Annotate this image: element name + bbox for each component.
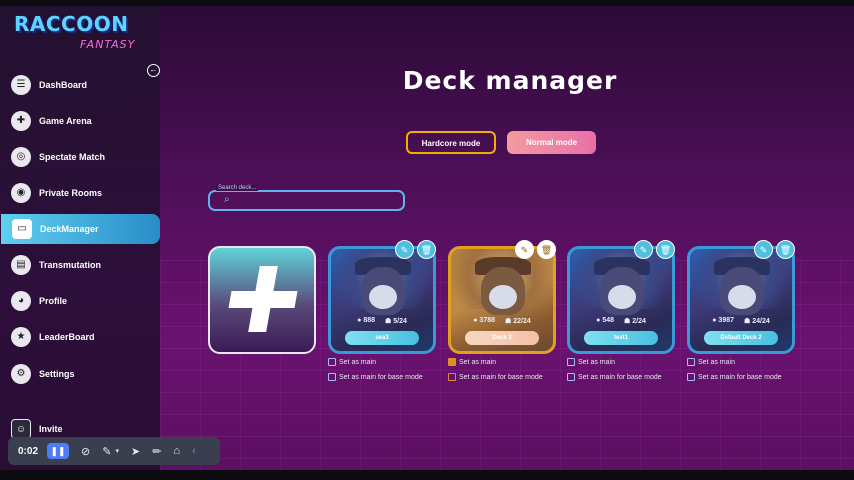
search-icon: ⌕: [224, 194, 230, 205]
invite-icon: ☺: [11, 419, 31, 439]
coin-count: ● 3788: [473, 317, 495, 324]
sidebar-item-label: Spectate Match: [39, 152, 106, 162]
sidebar-item-leaderboard[interactable]: ★ LeaderBoard: [0, 322, 160, 352]
edit-deck-button[interactable]: ✎: [515, 240, 534, 259]
delete-deck-button[interactable]: 🗑: [417, 240, 436, 259]
deck-icon: ▭: [12, 219, 32, 239]
set-base-main-checkbox[interactable]: Set as main for base mode: [448, 373, 543, 381]
sidebar-item-label: Transmutation: [39, 260, 102, 270]
bottom-bar: [0, 470, 854, 480]
sidebar-item-label: DeckManager: [40, 224, 99, 234]
delete-deck-button[interactable]: 🗑: [776, 240, 795, 259]
list-icon: ☰: [11, 75, 31, 95]
deck-name: Deck 3: [465, 331, 539, 345]
logo-title: RACCOON: [14, 12, 129, 36]
sidebar-item-deckmanager[interactable]: ▭ DeckManager: [1, 214, 160, 244]
pause-button[interactable]: ❚❚: [47, 443, 70, 459]
card-count: ☗ 5/24: [385, 318, 407, 325]
set-main-checkbox[interactable]: Set as main: [448, 358, 496, 366]
star-icon: ★: [11, 327, 31, 347]
normal-mode-button[interactable]: Normal mode: [507, 131, 596, 154]
page-title: Deck manager: [402, 66, 618, 95]
app-logo[interactable]: RACCOON FANTASY: [14, 12, 146, 56]
sidebar-item-label: DashBoard: [39, 80, 88, 90]
pen-icon[interactable]: ✏: [152, 445, 161, 458]
raccoon-icon: ◕: [11, 291, 31, 311]
raccoon-art: [728, 285, 756, 309]
deck-card[interactable]: ● 888 ☗ 5/24 sea3: [328, 246, 436, 354]
set-main-checkbox[interactable]: Set as main: [567, 358, 615, 366]
logo-subtitle: FANTASY: [80, 38, 136, 51]
screen-recorder-toolbar: 0:02 ❚❚ ⊘ ✎ ▾ ➤ ✏ ⌂ ‹: [8, 437, 220, 465]
set-base-main-checkbox[interactable]: Set as main for base mode: [328, 373, 423, 381]
deck-name: sea3: [345, 331, 419, 345]
sidebar-item-label: Settings: [39, 369, 75, 379]
cursor-icon[interactable]: ➤: [131, 445, 140, 458]
card-count: ☗ 2/24: [624, 318, 646, 325]
sidebar: RACCOON FANTASY ← ☰ DashBoard ✚ Game Are…: [0, 6, 160, 470]
window-icon: ▤: [11, 255, 31, 275]
sidebar-item-label: LeaderBoard: [39, 332, 95, 342]
deck-item: ● 548 ☗ 2/24 test1 ✎ 🗑: [567, 240, 675, 356]
deck-card[interactable]: ● 3987 ☗ 24/24 Default Deck 2: [687, 246, 795, 354]
eye-icon: ◎: [11, 147, 31, 167]
raccoon-art: [489, 285, 517, 309]
deck-item: ● 888 ☗ 5/24 sea3 ✎ 🗑: [328, 240, 436, 356]
coin-count: ● 548: [596, 317, 614, 324]
set-main-checkbox[interactable]: Set as main: [687, 358, 735, 366]
sidebar-item-label: Private Rooms: [39, 188, 103, 198]
hardcore-mode-button[interactable]: Hardcore mode: [406, 131, 496, 154]
sidebar-item-profile[interactable]: ◕ Profile: [0, 286, 160, 316]
card-count: ☗ 24/24: [744, 318, 770, 325]
raccoon-art: [369, 285, 397, 309]
set-main-checkbox[interactable]: Set as main: [328, 358, 376, 366]
set-base-main-checkbox[interactable]: Set as main for base mode: [687, 373, 782, 381]
card-count: ☗ 22/24: [505, 318, 531, 325]
deck-card[interactable]: ● 548 ☗ 2/24 test1: [567, 246, 675, 354]
sidebar-item-label: Profile: [39, 296, 68, 306]
deck-item: ● 3987 ☗ 24/24 Default Deck 2 ✎ 🗑: [687, 240, 795, 356]
eraser-icon[interactable]: ⌂: [173, 445, 180, 457]
raccoon-art: [608, 285, 636, 309]
coin-count: ● 888: [357, 317, 375, 324]
sidebar-item-private-rooms[interactable]: ◉ Private Rooms: [0, 178, 160, 208]
delete-deck-button[interactable]: 🗑: [656, 240, 675, 259]
sidebar-item-game-arena[interactable]: ✚ Game Arena: [0, 106, 160, 136]
search-placeholder: Search deck...: [216, 185, 259, 191]
sidebar-item-transmutation[interactable]: ▤ Transmutation: [0, 250, 160, 280]
sidebar-item-dashboard[interactable]: ☰ DashBoard: [0, 70, 160, 100]
coin-count: ● 3987: [712, 317, 734, 324]
camera-off-icon[interactable]: ⊘: [81, 445, 90, 458]
edit-deck-button[interactable]: ✎: [754, 240, 773, 259]
edit-deck-button[interactable]: ✎: [395, 240, 414, 259]
deck-item: ● 3788 ☗ 22/24 Deck 3 ✎ 🗑: [448, 240, 556, 356]
edit-deck-button[interactable]: ✎: [634, 240, 653, 259]
sidebar-item-settings[interactable]: ⚙ Settings: [0, 359, 160, 389]
add-deck-button[interactable]: [208, 246, 316, 354]
collapse-toolbar-icon[interactable]: ‹: [192, 445, 196, 457]
delete-deck-button[interactable]: 🗑: [537, 240, 556, 259]
sidebar-item-label: Invite: [39, 424, 63, 434]
recording-time: 0:02: [18, 445, 39, 457]
mic-off-icon[interactable]: ✎: [102, 445, 111, 458]
gamepad-icon: ✚: [11, 111, 31, 131]
chevron-down-icon[interactable]: ▾: [115, 447, 119, 455]
sidebar-item-spectate-match[interactable]: ◎ Spectate Match: [0, 142, 160, 172]
deck-card[interactable]: ● 3788 ☗ 22/24 Deck 3: [448, 246, 556, 354]
deck-name: test1: [584, 331, 658, 345]
globe-icon: ◉: [11, 183, 31, 203]
search-input[interactable]: Search deck... ⌕: [208, 185, 405, 211]
set-base-main-checkbox[interactable]: Set as main for base mode: [567, 373, 662, 381]
deck-name: Default Deck 2: [704, 331, 778, 345]
sidebar-item-label: Game Arena: [39, 116, 92, 126]
gear-icon: ⚙: [11, 364, 31, 384]
